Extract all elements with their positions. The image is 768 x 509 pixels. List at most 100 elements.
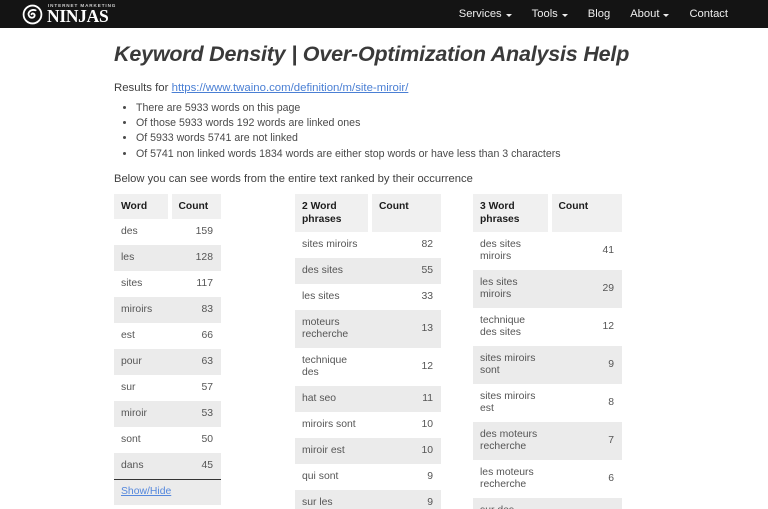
table-row: des moteurs recherche 7 [473,421,622,460]
nav-label: Tools [531,8,558,20]
column-header-phrase[interactable]: 3 Word phrases [473,193,548,232]
cell-count: 33 [368,283,441,310]
nav-item-blog[interactable]: Blog [588,8,610,20]
table-row: technique des 12 [295,347,441,386]
table-row: moteurs recherche 13 [295,309,441,348]
column-header-count[interactable]: Count [167,193,221,219]
column-header-count[interactable]: Count [368,193,441,232]
table-row: miroir est 10 [295,437,441,464]
cell-phrase: miroirs sont [295,411,368,438]
cell-count: 12 [547,307,622,346]
chevron-down-icon [561,13,568,17]
site-header: INTERNET MARKETING NINJAS Services Tools… [0,0,768,28]
cell-count: 41 [547,231,622,270]
table-row: les moteurs recherche 6 [473,459,622,498]
show-hide-link[interactable]: Show/Hide [121,486,171,497]
column-header-phrase[interactable]: 2 Word phrases [295,193,368,232]
table-header-row: Word Count [114,193,221,219]
cell-word: sites [114,270,168,297]
one-word-table-wrapper: Word Count des 159 les 128 sites 117 miroir… [114,193,221,509]
page-content: Keyword Density | Over-Optimization Anal… [0,42,768,509]
nav-item-tools[interactable]: Tools [532,8,568,20]
list-item: Of 5933 words 5741 are not linked [136,131,768,146]
one-word-table: Word Count des 159 les 128 sites 117 miroir… [114,193,221,505]
cell-count: 7 [547,421,622,460]
cell-word: dans [114,452,168,479]
table-row: sites miroirs est 8 [473,383,622,422]
cell-phrase: sites miroirs [295,231,368,258]
cell-count: 9 [368,463,441,490]
table-row: sites miroirs sont 9 [473,345,622,384]
cell-count: 13 [368,309,441,348]
cell-word: miroir [114,400,168,427]
table-row: les sites miroirs 29 [473,269,622,308]
cell-count: 117 [167,270,221,297]
table-row: qui sont 9 [295,463,441,490]
table-header-row: 3 Word phrases Count [473,193,622,232]
cell-count: 57 [167,374,221,401]
list-item: Of those 5933 words 192 words are linked… [136,116,768,131]
cell-word: pour [114,348,168,375]
column-header-count[interactable]: Count [547,193,622,232]
table-row: des sites 55 [295,257,441,284]
cell-count: 9 [368,489,441,509]
table-row: les 128 [114,244,221,271]
three-word-table: 3 Word phrases Count des sites miroirs 41… [473,193,622,509]
cell-count: 63 [167,348,221,375]
cell-count: 159 [167,218,221,245]
cell-phrase: les sites miroirs [473,269,548,308]
cell-count: 29 [547,269,622,308]
cell-phrase: sites miroirs sont [473,345,548,384]
ninja-swirl-icon [22,4,43,25]
nav-label: Services [458,8,502,20]
cell-phrase: des sites miroirs [473,231,548,270]
cell-word: sont [114,426,168,453]
cell-count: 50 [167,426,221,453]
show-hide-cell: Show/Hide [114,478,221,505]
analyzed-url-link[interactable]: https://www.twaino.com/definition/m/site… [172,82,409,94]
cell-phrase: les sites [295,283,368,310]
cell-word: des [114,218,168,245]
cell-count: 11 [368,385,441,412]
density-tables: Word Count des 159 les 128 sites 117 miroir… [114,193,768,509]
cell-word: miroirs [114,296,168,323]
nav-item-services[interactable]: Services [459,8,512,20]
nav-item-contact[interactable]: Contact [689,8,728,20]
table-row: miroirs 83 [114,296,221,323]
list-item: Of 5741 non linked words 1834 words are … [136,147,768,162]
column-header-word[interactable]: Word [114,193,168,219]
site-logo[interactable]: INTERNET MARKETING NINJAS [22,3,116,27]
two-word-table: 2 Word phrases Count sites miroirs 82 des… [295,193,441,509]
cell-word: les [114,244,168,271]
cell-phrase: miroir est [295,437,368,464]
table-body: des 159 les 128 sites 117 miroirs 83 est 66 p… [114,218,221,505]
main-navigation: Services Tools Blog About Contact [459,8,746,20]
table-body: des sites miroirs 41 les sites miroirs 29 … [473,231,622,509]
nav-label: Blog [587,8,611,20]
nav-item-about[interactable]: About [630,8,670,20]
cell-phrase: sur des serveurs [473,497,548,509]
cell-count: 82 [368,231,441,258]
table-row: est 66 [114,322,221,349]
show-hide-row: Show/Hide [114,478,221,505]
table-row: pour 63 [114,348,221,375]
page-title: Keyword Density | Over-Optimization Anal… [114,42,630,66]
cell-word: est [114,322,168,349]
cell-count: 6 [547,497,622,509]
table-row: miroir 53 [114,400,221,427]
cell-count: 8 [547,383,622,422]
logo-name: NINJAS [47,6,109,27]
table-header-row: 2 Word phrases Count [295,193,441,232]
table-row: miroirs sont 10 [295,411,441,438]
cell-count: 128 [167,244,221,271]
page-stats-list: There are 5933 words on this page Of tho… [114,101,768,162]
cell-phrase: sites miroirs est [473,383,548,422]
table-row: sites 117 [114,270,221,297]
cell-word: sur [114,374,168,401]
chevron-down-icon [663,13,670,17]
cell-count: 45 [167,452,221,479]
table-row: les sites 33 [295,283,441,310]
cell-count: 66 [167,322,221,349]
table-row: des 159 [114,218,221,245]
cell-count: 6 [547,459,622,498]
